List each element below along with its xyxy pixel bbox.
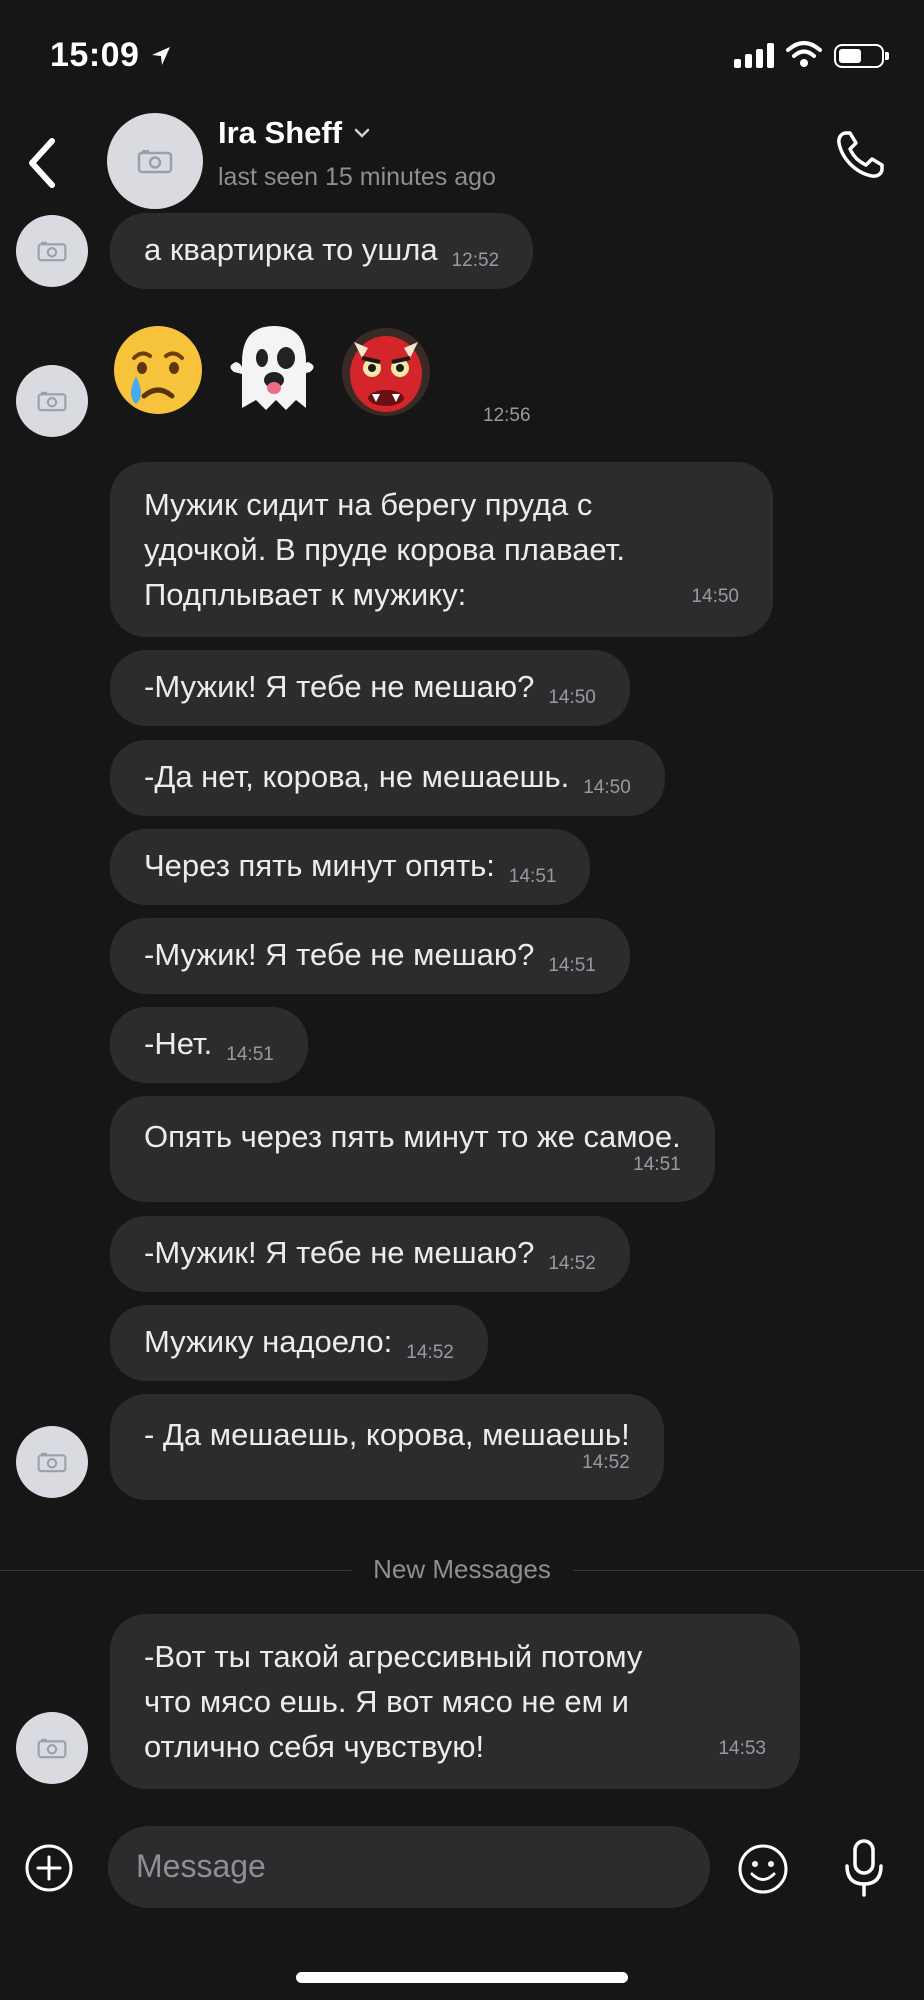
message-input-placeholder: Message	[136, 1848, 266, 1884]
message-time: 14:50	[583, 777, 631, 798]
message-bubble[interactable]: -Нет. 14:51	[110, 1007, 308, 1083]
microphone-icon[interactable]	[842, 1838, 886, 1898]
message-text: -Мужик! Я тебе не мешаю?	[144, 937, 535, 972]
message-time: 14:50	[691, 586, 739, 607]
message-text: Опять через пять минут то же самое.	[144, 1119, 681, 1154]
new-messages-label: New Messages	[351, 1554, 573, 1585]
message-bubble[interactable]: -Мужик! Я тебе не мешаю? 14:50	[110, 650, 630, 726]
message-time: 14:52	[548, 1253, 596, 1274]
message-bubble[interactable]: -Мужик! Я тебе не мешаю? 14:51	[110, 918, 630, 994]
message-bubble[interactable]: -Вот ты такой агрессивный потому что мяс…	[110, 1614, 800, 1789]
new-messages-divider: New Messages	[0, 1550, 924, 1590]
sender-avatar[interactable]	[16, 215, 88, 287]
message-text: - Да мешаешь, корова, мешаешь!	[144, 1417, 630, 1452]
message-time: 14:51	[508, 866, 557, 887]
camera-icon	[37, 1452, 67, 1473]
message-bubble[interactable]: Через пять минут опять: 14:51	[110, 829, 591, 905]
message-text: а квартирка то ушла	[144, 232, 438, 267]
message-text: Через пять минут опять:	[144, 848, 495, 883]
message-time: 14:52	[406, 1342, 454, 1363]
home-indicator[interactable]	[296, 1972, 628, 1983]
message-bubble[interactable]: Мужик сидит на берегу пруда с удочкой. В…	[110, 462, 773, 637]
message-time: 14:51	[633, 1154, 681, 1175]
emoji-message[interactable]	[108, 318, 436, 418]
message-time: 14:52	[582, 1452, 630, 1473]
camera-icon	[37, 1738, 67, 1759]
message-bubble[interactable]: Мужику надоело: 14:52	[110, 1305, 488, 1381]
message-time: 14:53	[718, 1738, 766, 1759]
message-bubble[interactable]: Опять через пять минут то же самое. 14:5…	[110, 1096, 715, 1202]
message-text: -Вот ты такой агрессивный потому что мяс…	[144, 1639, 643, 1764]
message-composer: Message	[0, 1822, 924, 1912]
message-time: 12:52	[451, 250, 500, 271]
message-text: -Мужик! Я тебе не мешаю?	[144, 669, 535, 704]
sender-avatar[interactable]	[16, 1712, 88, 1784]
crying-face-icon	[114, 326, 202, 414]
sender-avatar[interactable]	[16, 1426, 88, 1498]
message-text: -Да нет, корова, не мешаешь.	[144, 759, 570, 794]
message-text: -Нет.	[144, 1026, 213, 1061]
message-text: Мужик сидит на берегу пруда с удочкой. В…	[144, 487, 626, 612]
camera-icon	[37, 391, 67, 412]
message-time: 14:50	[548, 687, 596, 708]
ogre-icon	[342, 328, 430, 416]
message-time: 14:51	[226, 1044, 274, 1065]
ghost-icon	[230, 326, 314, 410]
message-text: Мужику надоело:	[144, 1324, 393, 1359]
message-bubble[interactable]: -Мужик! Я тебе не мешаю? 14:52	[110, 1216, 630, 1292]
message-input[interactable]: Message	[108, 1826, 710, 1908]
message-bubble[interactable]: а квартирка то ушла 12:52	[110, 213, 534, 289]
smiley-icon[interactable]	[737, 1843, 789, 1895]
plus-circle-icon[interactable]	[24, 1843, 74, 1893]
message-list[interactable]: а квартирка то ушла 12:52 12:56 Мужик си…	[0, 0, 924, 2000]
message-time: 14:51	[548, 955, 596, 976]
message-bubble[interactable]: -Да нет, корова, не мешаешь. 14:50	[110, 740, 665, 816]
message-time: 12:56	[483, 405, 531, 426]
message-text: -Мужик! Я тебе не мешаю?	[144, 1235, 535, 1270]
sender-avatar[interactable]	[16, 365, 88, 437]
message-bubble[interactable]: - Да мешаешь, корова, мешаешь! 14:52	[110, 1394, 664, 1500]
camera-icon	[37, 241, 67, 262]
